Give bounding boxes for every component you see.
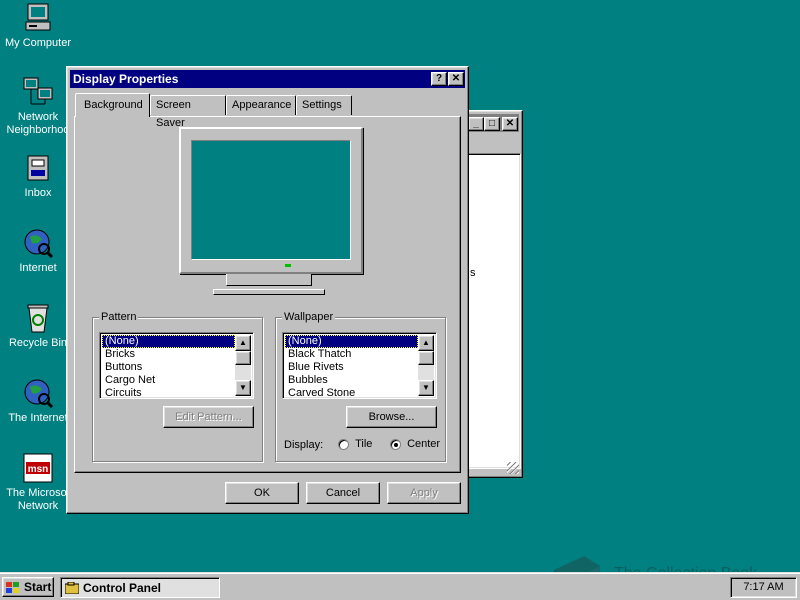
list-item[interactable]: Buttons	[102, 361, 235, 374]
list-item[interactable]: (None)	[102, 335, 235, 348]
scroll-down-icon[interactable]: ▼	[418, 380, 434, 396]
background-window-text: s	[470, 267, 476, 279]
scroll-up-icon[interactable]: ▲	[235, 335, 251, 351]
center-radio[interactable]	[390, 438, 401, 450]
system-tray: 7:17 AM	[730, 577, 797, 598]
monitor-base	[213, 289, 325, 295]
list-item[interactable]: Black Thatch	[285, 348, 418, 361]
start-label: Start	[24, 580, 52, 594]
desktop-icon-inbox[interactable]: Inbox	[0, 152, 76, 200]
tab-label: Background	[84, 99, 143, 111]
scroll-down-icon[interactable]: ▼	[235, 380, 251, 396]
tile-radio[interactable]	[338, 438, 349, 450]
resize-grip-icon[interactable]	[507, 462, 519, 474]
inbox-icon	[22, 152, 54, 184]
pattern-scrollbar[interactable]: ▲ ▼	[235, 335, 251, 396]
dialog-title: Display Properties	[73, 72, 179, 86]
desktop-icon-label: My Computer	[4, 37, 72, 49]
monitor-screen	[191, 140, 351, 260]
my-computer-icon	[22, 2, 54, 34]
apply-button[interactable]: Apply	[387, 482, 461, 504]
tab-page: Pattern (None) Bricks Buttons Cargo Net …	[74, 116, 461, 473]
tile-option[interactable]: Tile	[338, 438, 372, 450]
network-neighborhood-icon	[22, 76, 54, 108]
taskbar: Start Control Panel 7:17 AM	[0, 572, 800, 600]
pattern-legend: Pattern	[99, 311, 139, 324]
desktop-icon-network[interactable]: Network Neighborhoo	[0, 76, 76, 137]
list-item[interactable]: Circuits	[102, 387, 235, 400]
recycle-bin-icon	[22, 302, 54, 334]
display-label: Display:	[284, 439, 324, 451]
monitor-stand	[226, 274, 312, 286]
display-properties-dialog: Display Properties ? ✕ Background Screen…	[66, 66, 469, 514]
list-item[interactable]: Carved Stone	[285, 387, 418, 400]
scroll-up-icon[interactable]: ▲	[418, 335, 434, 351]
list-item[interactable]: Cargo Net	[102, 374, 235, 387]
cancel-button[interactable]: Cancel	[306, 482, 380, 504]
desktop-icon-internet[interactable]: Internet	[0, 227, 76, 275]
desktop-icon-the-internet[interactable]: The Internet	[0, 377, 76, 425]
tab-screen-saver[interactable]: Screen Saver	[150, 95, 226, 129]
windows-logo-icon	[6, 581, 20, 593]
internet-globe-icon	[22, 377, 54, 409]
tile-label: Tile	[355, 438, 373, 450]
desktop-icon-recycle-bin[interactable]: Recycle Bin	[0, 302, 76, 350]
desktop-icon-msn[interactable]: msn The Microsof Network	[0, 452, 76, 513]
control-panel-icon	[64, 581, 80, 595]
scroll-thumb[interactable]	[418, 351, 434, 365]
desktop-icon-label: Inbox	[24, 187, 52, 199]
start-button[interactable]: Start	[2, 577, 54, 597]
browse-button[interactable]: Browse...	[346, 406, 437, 428]
desktop-icon-my-computer[interactable]: My Computer	[0, 2, 76, 50]
wallpaper-group: Wallpaper (None) Black Thatch Blue Rivet…	[275, 311, 446, 462]
desktop-icon-label: The Internet	[8, 412, 68, 424]
svg-text:msn: msn	[28, 464, 49, 475]
taskbar-item-label: Control Panel	[83, 581, 162, 595]
pattern-list[interactable]: (None) Bricks Buttons Cargo Net Circuits…	[99, 332, 254, 399]
scroll-thumb[interactable]	[235, 351, 251, 365]
desktop-icon-label: Network Neighborhoo	[6, 111, 70, 136]
wallpaper-scrollbar[interactable]: ▲ ▼	[418, 335, 434, 396]
list-item[interactable]: Bricks	[102, 348, 235, 361]
desktop-icon-label: Recycle Bin	[8, 337, 68, 349]
list-item[interactable]: Blue Rivets	[285, 361, 418, 374]
clock[interactable]: 7:17 AM	[743, 581, 783, 593]
background-close-button[interactable]: ✕	[502, 117, 518, 131]
minimize-button[interactable]: _	[468, 117, 484, 131]
tab-label: Settings	[302, 99, 342, 111]
msn-icon: msn	[22, 452, 54, 484]
close-button[interactable]: ✕	[448, 72, 464, 86]
desktop-icon-label: The Microsof Network	[6, 487, 70, 512]
wallpaper-legend: Wallpaper	[282, 311, 336, 324]
list-item[interactable]: Bubbles	[285, 374, 418, 387]
wallpaper-list[interactable]: (None) Black Thatch Blue Rivets Bubbles …	[282, 332, 437, 399]
tab-strip: Background Screen Saver Appearance Setti…	[75, 93, 463, 129]
internet-icon	[22, 227, 54, 259]
ok-button[interactable]: OK	[225, 482, 299, 504]
monitor-power-light	[285, 264, 291, 267]
monitor-preview	[179, 127, 363, 274]
edit-pattern-button[interactable]: Edit Pattern...	[163, 406, 254, 428]
tab-appearance[interactable]: Appearance	[226, 95, 296, 115]
dialog-titlebar[interactable]: Display Properties	[70, 70, 465, 88]
maximize-button[interactable]: □	[484, 117, 500, 131]
tab-background[interactable]: Background	[75, 93, 150, 117]
center-label: Center	[407, 438, 441, 450]
center-option[interactable]: Center	[390, 438, 440, 450]
pattern-group: Pattern (None) Bricks Buttons Cargo Net …	[92, 311, 263, 462]
taskbar-item-control-panel[interactable]: Control Panel	[60, 577, 220, 598]
list-item[interactable]: (None)	[285, 335, 418, 348]
desktop-icon-label: Internet	[19, 262, 57, 274]
help-button[interactable]: ?	[431, 72, 447, 86]
tab-settings[interactable]: Settings	[296, 95, 352, 115]
tab-label: Appearance	[232, 99, 292, 111]
